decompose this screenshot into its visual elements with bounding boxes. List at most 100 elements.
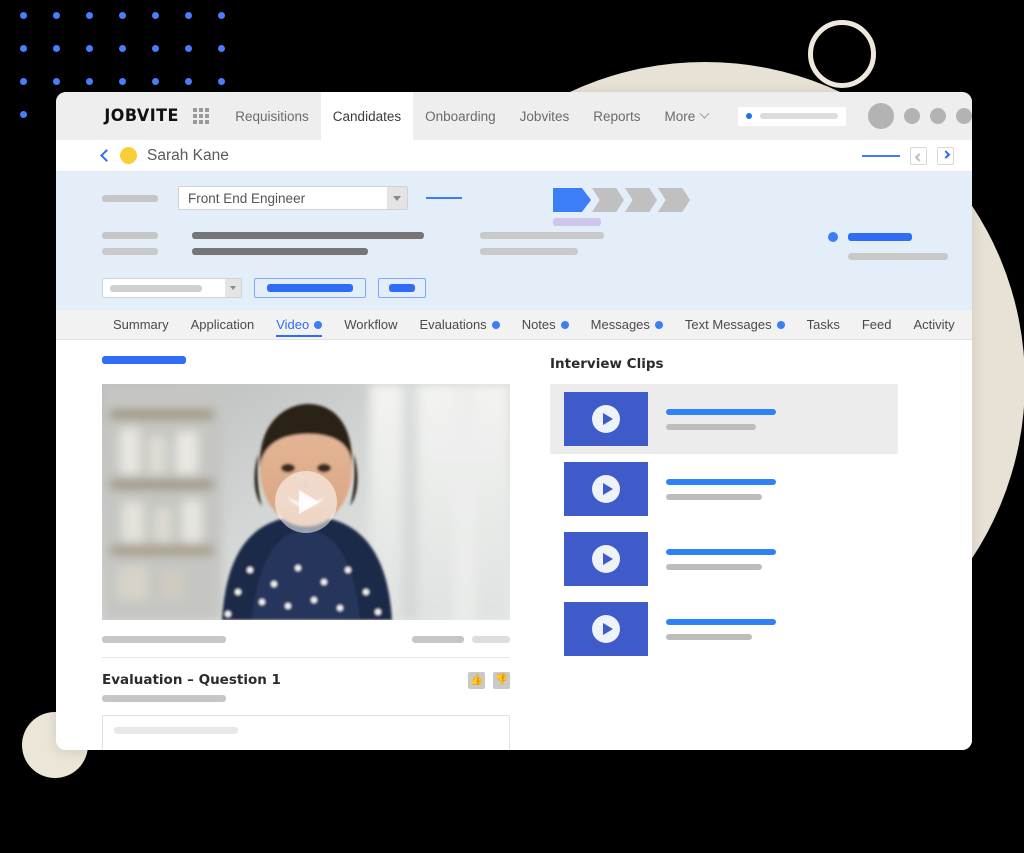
- nav-label: More: [664, 108, 696, 124]
- evaluation-title-block: Evaluation – Question 1: [102, 672, 281, 702]
- primary-action-button[interactable]: [254, 278, 366, 298]
- tab-summary[interactable]: Summary: [102, 310, 180, 339]
- job-select[interactable]: Front End Engineer: [178, 186, 408, 210]
- nav-item-more[interactable]: More: [652, 92, 720, 140]
- record-pager: [862, 146, 954, 165]
- decorative-dot: [152, 12, 159, 19]
- search-icon: [746, 113, 753, 119]
- play-icon: [592, 545, 620, 573]
- browser-window: JOBVITE Requisitions Candidates Onboardi…: [56, 92, 972, 750]
- status-link-bar[interactable]: [848, 233, 912, 241]
- nav-label: Candidates: [332, 108, 402, 124]
- tab-application[interactable]: Application: [180, 310, 266, 339]
- detail-value-placeholder: [480, 248, 578, 255]
- tab-notes[interactable]: Notes: [511, 310, 580, 339]
- evaluation-header: Evaluation – Question 1 👍 👎: [102, 672, 510, 702]
- clip-thumbnail: [564, 602, 648, 656]
- clip-list-item[interactable]: [550, 384, 898, 454]
- tab-feed[interactable]: Feed: [851, 310, 903, 339]
- pipeline-step[interactable]: [592, 188, 624, 212]
- detail-label-placeholder: [102, 248, 158, 255]
- apps-grid-icon[interactable]: [193, 108, 210, 124]
- clip-list-item[interactable]: [550, 594, 898, 664]
- playback-progress-placeholder[interactable]: [102, 636, 226, 643]
- job-link-bar[interactable]: [426, 197, 462, 199]
- secondary-action-button[interactable]: [378, 278, 426, 298]
- pipeline-step-active[interactable]: [553, 188, 591, 212]
- tab-text-messages[interactable]: Text Messages: [674, 310, 796, 339]
- player-controls: [102, 636, 510, 643]
- evaluation-comment-input[interactable]: [102, 715, 510, 750]
- nav-label: Onboarding: [425, 108, 496, 124]
- field-label-placeholder: [102, 194, 158, 202]
- control-placeholder[interactable]: [412, 636, 464, 643]
- avatar[interactable]: [904, 108, 920, 124]
- tab-label: Application: [190, 317, 255, 332]
- evaluation-subtitle-placeholder: [102, 695, 226, 702]
- chevron-left-icon[interactable]: [100, 149, 113, 162]
- tab-badge-icon: [491, 320, 500, 329]
- candidate-name: Sarah Kane: [147, 146, 229, 164]
- candidate-tabs: Summary Application Video Workflow Evalu…: [56, 310, 972, 340]
- chevron-down-icon: [225, 279, 241, 297]
- candidate-avatar: [120, 147, 137, 164]
- nav-label: Requisitions: [235, 108, 309, 124]
- tab-workflow[interactable]: Workflow: [333, 310, 408, 339]
- control-placeholder[interactable]: [472, 636, 510, 643]
- avatar[interactable]: [956, 108, 972, 124]
- chevron-right-icon: [941, 149, 950, 159]
- secondary-details: [480, 232, 604, 255]
- decorative-dot: [185, 12, 192, 19]
- next-candidate-button[interactable]: [937, 146, 954, 165]
- tab-activity[interactable]: Activity: [902, 310, 965, 339]
- tab-label: Activity: [913, 317, 955, 332]
- chevron-down-icon: [387, 187, 407, 209]
- tab-tasks[interactable]: Tasks: [796, 310, 851, 339]
- avatar[interactable]: [930, 108, 946, 124]
- pipeline-progress: [553, 188, 691, 212]
- nav-item-candidates[interactable]: Candidates: [320, 92, 414, 140]
- decorative-dot: [20, 12, 27, 19]
- tab-messages[interactable]: Messages: [580, 310, 674, 339]
- play-icon[interactable]: [275, 471, 337, 533]
- tab-evaluations[interactable]: Evaluations: [408, 310, 510, 339]
- player-control-buttons: [412, 636, 510, 643]
- decorative-dot: [185, 45, 192, 52]
- nav-label: Reports: [593, 108, 641, 124]
- tab-video[interactable]: Video: [265, 310, 333, 339]
- tab-label: Workflow: [344, 317, 398, 332]
- clip-subtitle-placeholder: [666, 633, 752, 640]
- video-player[interactable]: [102, 384, 510, 620]
- tab-label: Evaluations: [419, 317, 487, 332]
- comment-placeholder-bar: [114, 727, 238, 734]
- thumbs-down-icon[interactable]: 👎: [493, 672, 510, 689]
- tab-badge-icon: [560, 320, 569, 329]
- play-icon: [592, 615, 620, 643]
- decorative-dot: [218, 78, 225, 85]
- clip-list-item[interactable]: [550, 454, 898, 524]
- clip-list-item[interactable]: [550, 524, 898, 594]
- clip-title-placeholder: [666, 618, 776, 625]
- thumbs-up-icon[interactable]: 👍: [468, 672, 485, 689]
- nav-item-reports[interactable]: Reports: [581, 92, 652, 140]
- search-input[interactable]: [738, 106, 846, 126]
- pipeline-step[interactable]: [658, 188, 690, 212]
- button-label-placeholder: [267, 284, 353, 292]
- action-link-bar[interactable]: [862, 154, 900, 157]
- nav-item-jobvites[interactable]: Jobvites: [508, 92, 582, 140]
- nav-item-requisitions[interactable]: Requisitions: [223, 92, 321, 140]
- action-select[interactable]: [102, 278, 242, 298]
- decorative-dot: [86, 12, 93, 19]
- decorative-dot: [20, 45, 27, 52]
- previous-candidate-button[interactable]: [910, 146, 927, 165]
- detail-label-placeholder: [102, 232, 158, 239]
- video-tab-content: Evaluation – Question 1 👍 👎 Interview Cl…: [56, 340, 972, 750]
- pipeline-step[interactable]: [625, 188, 657, 212]
- clip-thumbnail: [564, 532, 648, 586]
- evaluation-vote-buttons: 👍 👎: [468, 672, 510, 689]
- status-row: [828, 232, 948, 242]
- detail-values: [192, 232, 424, 255]
- details-row: [102, 232, 954, 260]
- nav-item-onboarding[interactable]: Onboarding: [413, 92, 508, 140]
- avatar[interactable]: [868, 103, 894, 129]
